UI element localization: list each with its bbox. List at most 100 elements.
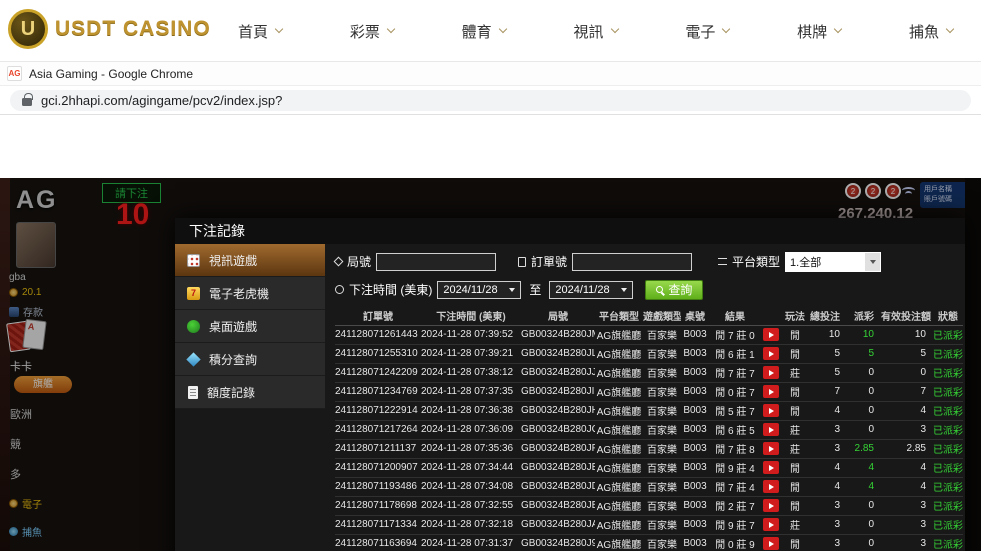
nav-item[interactable]: 彩票 (350, 21, 394, 42)
game-result: 閒 7 莊 0 (709, 325, 761, 344)
browser-toolbar: gci.2hhapi.com/agingame/pcv2/index.jsp? (0, 86, 981, 115)
platform-type: AG旗艦廳 (595, 515, 643, 534)
valid-bet: 4 (881, 477, 933, 496)
bet-status: 已派彩 (933, 401, 963, 420)
date-from-select[interactable]: 2024/11/28 (437, 281, 521, 299)
total-bet: 5 (809, 363, 847, 382)
table-games-icon (187, 320, 200, 333)
game-type: 百家樂 (643, 344, 681, 363)
game-type: 百家樂 (643, 325, 681, 344)
table-number: B003 (681, 496, 709, 515)
menu-item[interactable]: 桌面遊戲 (175, 310, 325, 343)
payout: 0 (847, 363, 881, 382)
bet-status: 已派彩 (933, 363, 963, 382)
menu-item[interactable]: 積分查詢 (175, 343, 325, 376)
table-number: B003 (681, 515, 709, 534)
replay-button[interactable] (763, 385, 779, 398)
order-number: 241128071200907 (335, 458, 421, 477)
play-icon (769, 446, 774, 452)
bet-status: 已派彩 (933, 458, 963, 477)
site-logo[interactable]: U USDT CASINO (8, 9, 211, 49)
bet-time: 2024-11-28 07:39:52 (421, 325, 521, 344)
replay-button[interactable] (763, 480, 779, 493)
table-row: 241128071222914 2024-11-28 07:36:38 GB00… (335, 401, 963, 420)
play-icon (769, 389, 774, 395)
game-type: 百家樂 (643, 420, 681, 439)
table-row: 241128071234769 2024-11-28 07:37:35 GB00… (335, 382, 963, 401)
replay-button[interactable] (763, 366, 779, 379)
menu-item[interactable]: 視訊遊戲 (175, 244, 325, 277)
replay-cell (761, 325, 781, 344)
chevron-down-icon (498, 25, 506, 33)
menu-item[interactable]: 電子老虎機 (175, 277, 325, 310)
nav-item[interactable]: 電子 (685, 21, 729, 42)
replay-button[interactable] (763, 461, 779, 474)
menu-item-label: 電子老虎機 (209, 285, 269, 302)
nav-item[interactable]: 視訊 (573, 21, 617, 42)
nav-item[interactable]: 棋牌 (797, 21, 841, 42)
table-row: 241128071163694 2024-11-28 07:31:37 GB00… (335, 534, 963, 551)
play-icon (769, 465, 774, 471)
platform-type-select[interactable]: 1.全部 (785, 252, 881, 272)
replay-button[interactable] (763, 423, 779, 436)
game-type: 百家樂 (643, 477, 681, 496)
round-number: GB00324B280JG (521, 420, 595, 439)
round-number: GB00324B280JJ (521, 363, 595, 382)
table-row: 241128071200907 2024-11-28 07:34:44 GB00… (335, 458, 963, 477)
table-row: 241128071178698 2024-11-28 07:32:55 GB00… (335, 496, 963, 515)
table-number: B003 (681, 363, 709, 382)
order-number: 241128071255310 (335, 344, 421, 363)
table-number: B003 (681, 458, 709, 477)
play-icon (769, 484, 774, 490)
site-logo-text: USDT CASINO (55, 17, 211, 41)
search-button[interactable]: 查詢 (645, 280, 703, 300)
menu-item[interactable]: 額度記錄 (175, 376, 325, 409)
nav-item[interactable]: 體育 (462, 21, 506, 42)
game-result: 閒 9 莊 7 (709, 515, 761, 534)
replay-button[interactable] (763, 442, 779, 455)
valid-bet: 4 (881, 458, 933, 477)
round-number: GB00324B280J9 (521, 534, 595, 551)
column-header: 遊戲類型 (643, 307, 681, 325)
replay-cell (761, 534, 781, 551)
date-to-select[interactable]: 2024/11/28 (549, 281, 633, 299)
game-type: 百家樂 (643, 534, 681, 551)
replay-cell (761, 458, 781, 477)
table-number: B003 (681, 382, 709, 401)
game-type: 百家樂 (643, 363, 681, 382)
replay-button[interactable] (763, 537, 779, 550)
nav-item[interactable]: 捕魚 (909, 21, 953, 42)
table-number: B003 (681, 325, 709, 344)
bet-status: 已派彩 (933, 420, 963, 439)
round-number: GB00324B280JM (521, 325, 595, 344)
replay-button[interactable] (763, 328, 779, 341)
game-result: 閒 2 莊 7 (709, 496, 761, 515)
bet-status: 已派彩 (933, 515, 963, 534)
order-number: 241128071178698 (335, 496, 421, 515)
search-icon (656, 286, 663, 293)
order-number: 241128071261443 (335, 325, 421, 344)
order-number-input[interactable] (572, 253, 692, 271)
replay-button[interactable] (763, 347, 779, 360)
platform-type: AG旗艦廳 (595, 344, 643, 363)
order-number: 241128071217264 (335, 420, 421, 439)
game-type: 百家樂 (643, 439, 681, 458)
replay-button[interactable] (763, 518, 779, 531)
column-header: 狀態 (933, 307, 963, 325)
replay-button[interactable] (763, 499, 779, 512)
address-bar[interactable]: gci.2hhapi.com/agingame/pcv2/index.jsp? (10, 90, 971, 111)
bet-time: 2024-11-28 07:36:38 (421, 401, 521, 420)
url-text: gci.2hhapi.com/agingame/pcv2/index.jsp? (41, 93, 282, 108)
order-number: 241128071171334 (335, 515, 421, 534)
round-number: GB00324B280JE (521, 458, 595, 477)
bet-time: 2024-11-28 07:34:08 (421, 477, 521, 496)
platform-type: AG旗艦廳 (595, 439, 643, 458)
chevron-down-icon (509, 288, 515, 292)
replay-button[interactable] (763, 404, 779, 417)
total-bet: 4 (809, 458, 847, 477)
round-number-input[interactable] (376, 253, 496, 271)
total-bet: 5 (809, 344, 847, 363)
bet-records-modal: 下注記錄 視訊遊戲 電子老虎機 桌面遊戲 積分查詢 額度記錄 局號 (175, 218, 965, 551)
nav-item[interactable]: 首頁 (238, 21, 282, 42)
table-row: 241128071255310 2024-11-28 07:39:21 GB00… (335, 344, 963, 363)
